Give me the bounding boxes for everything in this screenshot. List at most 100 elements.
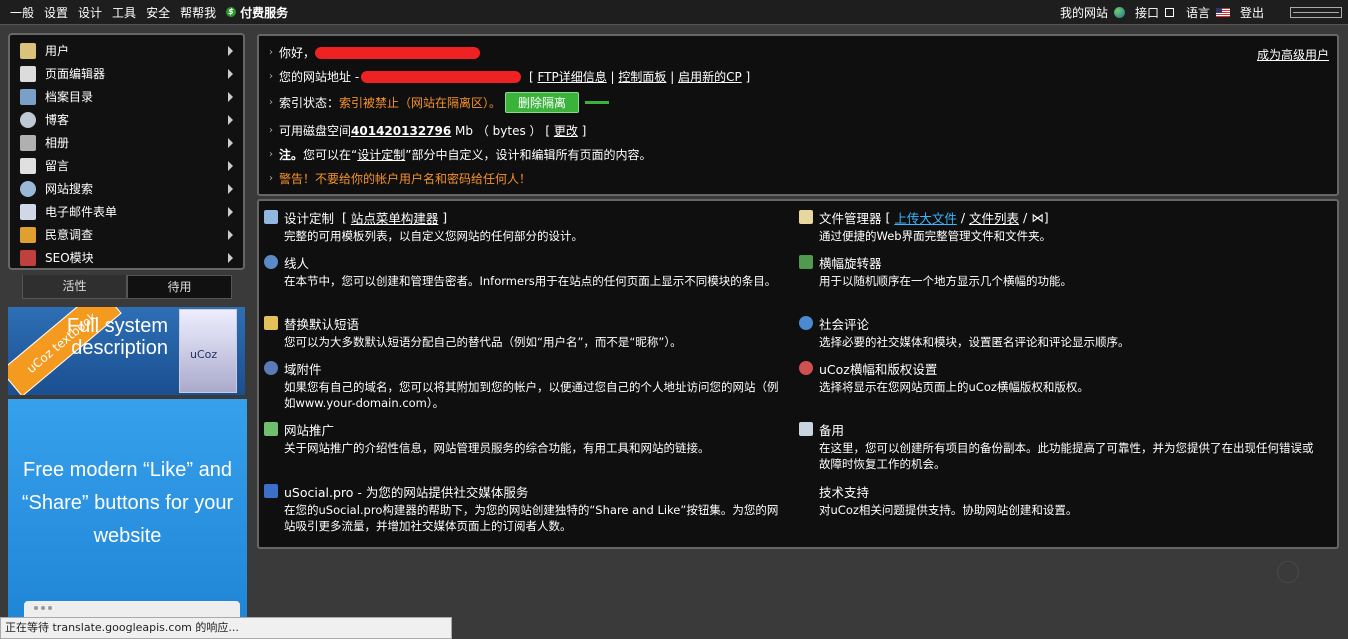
sidebar-item-email-forms[interactable]: 电子邮件表单 <box>14 200 239 223</box>
chevron-right-icon <box>228 46 233 56</box>
feature-support: 技术支持 对uCoz相关问题提供支持。协助网站创建和设置。 <box>799 483 1319 518</box>
promotion-icon <box>264 422 278 436</box>
feature-copyright: uCoz横幅和版权设置 选择将显示在您网站页面上的uCoz横幅版权和版权。 <box>799 360 1319 395</box>
replace-phrases-title[interactable]: 替换默认短语 <box>284 314 359 333</box>
feature-domain: 域附件 如果您有自己的域名，您可以将其附加到您的帐户，以便通过您自己的个人地址访… <box>264 360 784 411</box>
new-cp-link[interactable]: 启用新的CP <box>678 68 742 85</box>
design-customization-link[interactable]: 设计定制 <box>357 146 405 163</box>
logout-link[interactable]: 登出 <box>1240 4 1264 21</box>
tab-active[interactable]: 活性 <box>22 275 127 299</box>
my-site-link[interactable]: 我的网站 <box>1060 4 1108 21</box>
control-panel-link[interactable]: 控制面板 <box>618 68 666 85</box>
features-panel: 设计定制 [ 站点菜单构建器 ] 完整的可用模板列表，以自定义您网站的任何部分的… <box>257 199 1339 549</box>
sidebar-menu: 用户 页面编辑器 档案目录 博客 相册 留言 网站搜索 电子邮件表单 民意调查 … <box>8 33 245 270</box>
feature-informers: 线人 在本节中，您可以创建和管理告密者。Informers用于在站点的任何页面上… <box>264 254 784 289</box>
tab-inactive[interactable]: 待用 <box>127 275 232 299</box>
feature-backup: 备用 在这里，您可以创建所有项目的备份副本。此功能提高了可靠性，并为您提供了在出… <box>799 421 1319 472</box>
sidebar-item-users[interactable]: 用户 <box>14 39 239 62</box>
file-manager-icon <box>799 210 813 224</box>
search-icon <box>20 180 36 197</box>
banner-social-text: Free modern “Like” and “Share” buttons f… <box>21 459 234 547</box>
promotion-title[interactable]: 网站推广 <box>284 420 334 439</box>
feature-banner-rotator: 横幅旋转器 用于以随机顺序在一个地方显示几个横幅的功能。 <box>799 254 1319 289</box>
banner-rotator-title[interactable]: 横幅旋转器 <box>819 253 882 272</box>
upload-large-files-link[interactable]: 上传大文件 <box>894 208 957 227</box>
menu-paid-services[interactable]: $ 付费服务 <box>226 4 288 21</box>
users-icon <box>20 42 36 59</box>
chevron-right-icon <box>228 230 233 240</box>
us-flag-icon <box>1215 8 1230 17</box>
blog-icon <box>20 111 36 128</box>
social-comments-title[interactable]: 社会评论 <box>819 314 869 333</box>
menu-tools[interactable]: 工具 <box>112 4 136 21</box>
edit-phrases-icon <box>264 316 278 330</box>
index-status-row: › 索引状态： 索引被禁止（网站在隔离区）。 删除隔离 <box>269 92 610 113</box>
account-info-panel: 成为高级用户 › 你好， › 您的网站地址 - [ FTP详细信息 | 控制面板 |… <box>257 34 1339 196</box>
copyright-title[interactable]: uCoz横幅和版权设置 <box>819 359 937 378</box>
poll-icon <box>20 226 36 243</box>
browser-status-bar: 正在等待 translate.googleapis.com 的响应... <box>0 617 452 639</box>
sidebar-item-guestbook[interactable]: 留言 <box>14 154 239 177</box>
menu-settings[interactable]: 设置 <box>44 4 68 21</box>
informers-title[interactable]: 线人 <box>284 253 309 272</box>
sidebar-item-page-editor[interactable]: 页面编辑器 <box>14 62 239 85</box>
menu-help[interactable]: 帮帮我 <box>180 4 216 21</box>
greeting-row: › 你好， <box>269 44 481 61</box>
design-title[interactable]: 设计定制 <box>284 208 334 227</box>
dollar-icon: $ <box>226 7 237 17</box>
file-list-link[interactable]: 文件列表 <box>969 208 1019 227</box>
textbook-banner[interactable]: uCoz textbook Full system description uC… <box>8 307 245 395</box>
ftp-details-link[interactable]: FTP详细信息 <box>537 68 606 85</box>
language-link[interactable]: 语言 <box>1186 4 1210 21</box>
menu-general[interactable]: 一般 <box>10 4 34 21</box>
book-title: uCoz <box>190 348 218 361</box>
interface-link[interactable]: 接口 <box>1135 4 1159 21</box>
window-toggle-control[interactable] <box>1290 7 1342 18</box>
menu-design[interactable]: 设计 <box>78 4 102 21</box>
chevron-right-icon <box>228 161 233 171</box>
backup-icon <box>799 422 813 436</box>
sidebar-item-seo[interactable]: SEO模块 <box>14 246 239 269</box>
globe-icon <box>1113 7 1125 18</box>
domain-title[interactable]: 域附件 <box>284 359 322 378</box>
copyright-icon <box>799 361 813 375</box>
sidebar-item-polls[interactable]: 民意调查 <box>14 223 239 246</box>
scroll-to-top-button[interactable] <box>1277 561 1299 583</box>
usocial-title[interactable]: uSocial.pro - 为您的网站提供社交媒体服务 <box>284 482 528 501</box>
module-tabs: 活性 待用 <box>22 275 232 299</box>
become-premium-link[interactable]: 成为高级用户 <box>1257 46 1329 63</box>
change-link[interactable]: 更改 <box>554 122 578 139</box>
thumbs-up-icon <box>264 484 278 498</box>
sidebar-item-photo-album[interactable]: 相册 <box>14 131 239 154</box>
remove-quarantine-button[interactable]: 删除隔离 <box>505 92 580 113</box>
camera-icon <box>20 134 36 151</box>
site-menu-builder-link[interactable]: 站点菜单构建器 <box>351 208 439 227</box>
sidebar-item-archive[interactable]: 档案目录 <box>14 85 239 108</box>
warning-text: 警告！不要给你的帐户用户名和密码给任何人！ <box>279 172 532 186</box>
redacted-site-url[interactable] <box>361 70 522 83</box>
chevron-right-icon <box>228 115 233 125</box>
menu-security[interactable]: 安全 <box>146 4 170 21</box>
disk-space-value: 401420132796 <box>351 123 452 138</box>
domain-globe-icon <box>264 361 278 375</box>
green-indicator <box>585 101 610 104</box>
social-buttons-banner[interactable]: Free modern “Like” and “Share” buttons f… <box>8 399 247 621</box>
disk-space-row: › 可用磁盘空间 401420132796 Mb （ bytes ） [ 更改 ] <box>269 122 587 139</box>
feature-promotion: 网站推广 关于网站推广的介绍性信息，网站管理员服务的综合功能，有用工具和网站的链… <box>264 421 784 456</box>
signal-icon <box>264 255 278 269</box>
feature-social-comments: 社会评论 选择必要的社交媒体和模块，设置匿名评论和评论显示顺序。 <box>799 315 1319 350</box>
main-menu: 一般 设置 设计 工具 安全 帮帮我 $ 付费服务 <box>0 4 298 21</box>
file-manager-title[interactable]: 文件管理器 <box>819 208 882 227</box>
backup-title[interactable]: 备用 <box>819 420 844 439</box>
sidebar-item-blog[interactable]: 博客 <box>14 108 239 131</box>
top-right-menu: 我的网站 接口 语言 登出 <box>1060 0 1348 25</box>
feature-replace-phrases: 替换默认短语 您可以为大多数默认短语分配自己的替代品（例如“用户名”，而不是“昵… <box>264 315 784 350</box>
sidebar-item-site-search[interactable]: 网站搜索 <box>14 177 239 200</box>
window-icon <box>1164 8 1174 17</box>
index-status-text: 索引被禁止（网站在隔离区）。 <box>339 96 502 110</box>
support-title[interactable]: 技术支持 <box>819 482 869 501</box>
note-row: › 注。 您可以在“ 设计定制 ”部分中自定义，设计和编辑所有页面的内容。 <box>269 146 652 163</box>
ftp-icon[interactable]: ⋈ <box>1031 210 1044 225</box>
chevron-right-icon <box>228 207 233 217</box>
archive-icon <box>20 88 36 105</box>
